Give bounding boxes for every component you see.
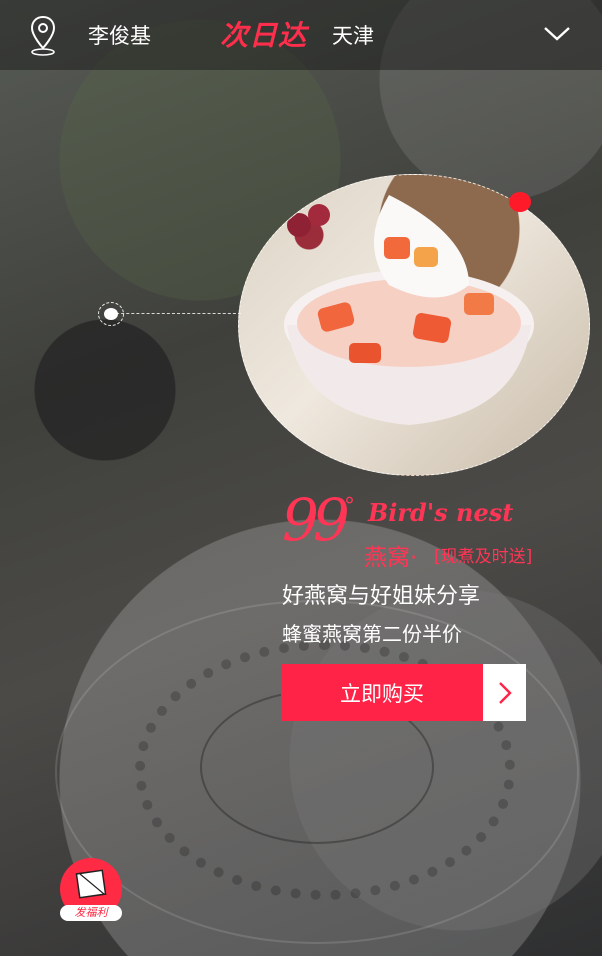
- logo-degree: °: [344, 494, 355, 519]
- user-name: 李俊基: [88, 24, 151, 48]
- gift-label: 发福利: [60, 905, 122, 921]
- location-pin-icon[interactable]: [28, 14, 58, 56]
- chevron-right-icon: [498, 681, 512, 704]
- city-selector[interactable]: 天津: [332, 20, 374, 50]
- product-logo: 99 ° Bird's nest 燕窝· [现煮及时送]: [282, 486, 557, 571]
- gift-box-icon: [75, 869, 107, 899]
- logo-tagline: [现煮及时送]: [434, 547, 533, 567]
- buy-now-button[interactable]: 立即购买: [281, 664, 483, 721]
- bowl-illustration: [284, 195, 534, 425]
- hotspot-dot[interactable]: [509, 192, 531, 212]
- buy-arrow-button[interactable]: [483, 664, 526, 721]
- leader-line: [111, 313, 241, 314]
- buy-now-label: 立即购买: [340, 681, 424, 706]
- top-bar: 李俊基 次日达 天津: [0, 0, 602, 70]
- logo-english: Bird's nest: [368, 498, 514, 527]
- logo-chinese: 燕窝·: [364, 545, 418, 571]
- promo-subline: 蜂蜜燕窝第二份半价: [282, 622, 462, 646]
- logo-number: 99: [282, 486, 350, 554]
- promo-screen: 李俊基 次日达 天津 99 ° Bird's nest 燕窝· [现煮及时送] …: [0, 0, 602, 956]
- product-image[interactable]: [238, 174, 590, 476]
- leader-anchor[interactable]: [98, 302, 124, 326]
- brand-logo: 次日达: [220, 19, 308, 52]
- promo-headline: 好燕窝与好姐妹分享: [282, 584, 481, 609]
- chevron-down-icon[interactable]: [542, 22, 572, 44]
